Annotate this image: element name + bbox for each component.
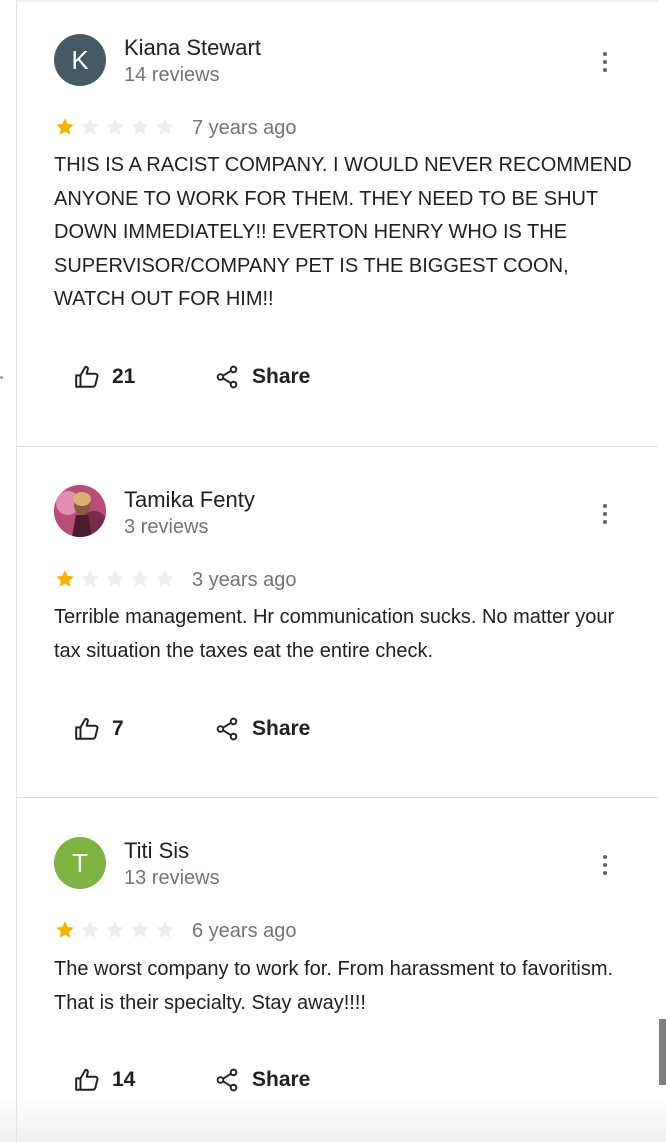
more-options-icon[interactable] [598, 50, 612, 74]
star-icon [81, 921, 99, 938]
like-count: 14 [112, 1068, 136, 1091]
thumbs-up-icon [75, 365, 99, 388]
share-label: Share [252, 717, 311, 740]
avatar-initial: T [72, 847, 88, 878]
star-icon [81, 570, 99, 587]
avatar[interactable]: K [54, 34, 106, 86]
thumbs-up-icon [75, 1068, 99, 1091]
star-rating [54, 919, 176, 941]
more-options-icon[interactable] [598, 853, 612, 877]
review-date: 7 years ago [192, 117, 297, 139]
share-button[interactable]: Share [214, 716, 310, 742]
review-text: THIS IS A RACIST COMPANY. I WOULD NEVER … [54, 154, 632, 310]
star-icon [131, 118, 149, 135]
reviewer-review-count[interactable]: 13 reviews [124, 867, 220, 890]
scrollbar-thumb[interactable] [659, 1019, 666, 1085]
share-icon [216, 717, 238, 741]
top-border [17, 0, 658, 2]
thumbs-up-icon [75, 717, 99, 740]
avatar-initial: K [71, 44, 89, 75]
review-date: 6 years ago [192, 920, 297, 942]
share-icon [216, 1068, 238, 1092]
more-options-icon[interactable] [598, 502, 612, 526]
star-icon [156, 921, 174, 938]
left-edge-marker [0, 376, 3, 379]
like-count: 7 [112, 717, 124, 740]
star-icon [56, 921, 74, 938]
star-icon [156, 118, 174, 135]
star-icon [131, 921, 149, 938]
like-button[interactable]: 7 [74, 716, 124, 742]
star-rating [54, 116, 176, 138]
star-icon [56, 118, 74, 135]
reviewer-review-count[interactable]: 14 reviews [124, 64, 220, 87]
share-label: Share [252, 1068, 311, 1091]
reviews-panel: K Kiana Stewart 14 reviews 7 years ago T… [17, 0, 658, 1142]
star-icon [131, 570, 149, 587]
share-icon [216, 365, 238, 389]
reviewer-name[interactable]: Titi Sis [124, 838, 189, 864]
share-button[interactable]: Share [214, 1067, 310, 1093]
star-icon [106, 118, 124, 135]
star-icon [56, 570, 74, 587]
star-icon [106, 921, 124, 938]
star-icon [156, 570, 174, 587]
like-button[interactable]: 14 [74, 1067, 135, 1093]
avatar[interactable] [54, 485, 106, 537]
review-divider [17, 446, 658, 447]
star-rating [54, 568, 176, 590]
reviewer-name[interactable]: Tamika Fenty [124, 487, 255, 513]
review-date: 3 years ago [192, 569, 297, 591]
star-icon [81, 118, 99, 135]
avatar[interactable]: T [54, 837, 106, 889]
review-text: Terrible management. Hr communication su… [54, 606, 615, 662]
share-label: Share [252, 365, 311, 388]
like-count: 21 [112, 365, 136, 388]
profile-photo [54, 485, 106, 537]
review-text: The worst company to work for. From hara… [54, 958, 614, 1014]
share-button[interactable]: Share [214, 364, 310, 390]
left-panel-edge [0, 0, 17, 1142]
review-divider [17, 797, 658, 798]
scrollbar-track[interactable] [658, 0, 666, 1142]
star-icon [106, 570, 124, 587]
like-button[interactable]: 21 [74, 364, 135, 390]
reviewer-name[interactable]: Kiana Stewart [124, 35, 261, 61]
reviewer-review-count[interactable]: 3 reviews [124, 516, 208, 539]
